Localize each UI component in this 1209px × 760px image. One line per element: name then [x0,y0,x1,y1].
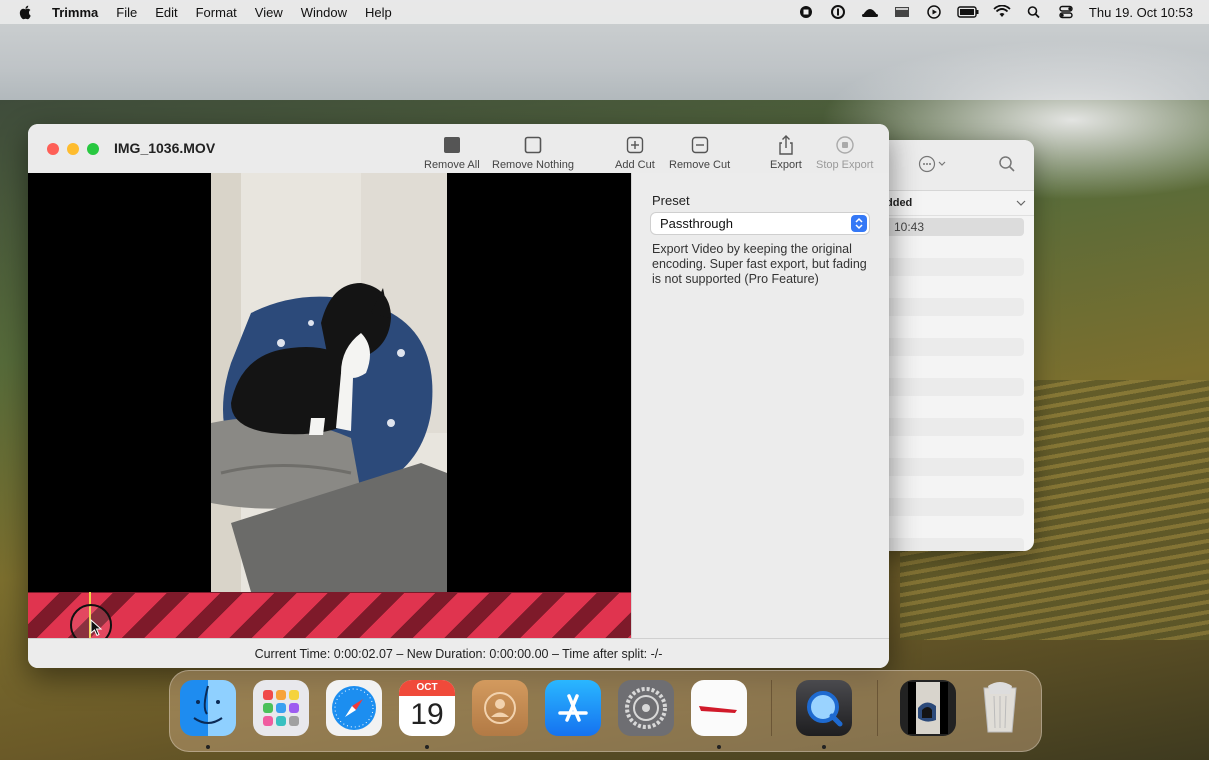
plus-square-icon [626,136,644,154]
menu-bar: Trimma File Edit Format View Window Help… [0,0,1209,24]
wifi-icon[interactable] [993,5,1011,19]
list-item[interactable] [872,238,1024,256]
running-indicator [822,745,826,749]
stop-export-label: Stop Export [816,159,874,171]
filled-square-icon [443,137,460,153]
contacts-icon[interactable] [472,680,528,736]
menu-edit[interactable]: Edit [155,5,177,20]
menu-file[interactable]: File [116,5,137,20]
list-item[interactable] [872,518,1024,536]
quicktime-icon[interactable] [796,680,852,736]
list-item[interactable] [872,318,1024,336]
app-store-icon[interactable] [545,680,601,736]
preset-select-value: Passthrough [660,216,733,231]
spotlight-search-icon[interactable] [1025,5,1043,19]
column-header[interactable]: dded [872,191,1034,216]
display-menu-icon[interactable] [893,5,911,19]
remove-cut-label: Remove Cut [669,159,731,171]
list-item[interactable] [872,498,1024,516]
control-center-icon[interactable] [1057,5,1075,19]
remove-all-label: Remove All [424,159,480,171]
share-icon [779,135,793,155]
add-cut-label: Add Cut [615,159,655,171]
remove-nothing-button[interactable]: Remove Nothing [492,134,574,171]
more-options-icon[interactable] [918,155,948,173]
background-window[interactable]: dded 10:43 [872,140,1034,551]
dock-separator [877,680,878,736]
cat-video-frame-image [211,173,447,592]
list-item[interactable] [872,418,1024,436]
trimma-window[interactable]: IMG_1036.MOV Remove All Remove Nothing A… [28,124,889,668]
list-item[interactable] [872,338,1024,356]
running-indicator [717,745,721,749]
export-button[interactable]: Export [770,134,802,171]
list-item[interactable] [872,458,1024,476]
stop-circle-icon [836,136,854,154]
minus-square-icon [691,136,708,154]
timeline-track[interactable] [28,592,631,639]
remove-all-button[interactable]: Remove All [424,134,480,171]
menu-window[interactable]: Window [301,5,347,20]
menu-clock[interactable]: Thu 19. Oct 10:53 [1089,5,1193,20]
minimize-button[interactable] [67,143,79,155]
battery-icon[interactable] [957,5,979,19]
remove-cut-button[interactable]: Remove Cut [669,134,730,171]
list-item[interactable] [872,298,1024,316]
onepassword-icon[interactable] [829,5,847,19]
list-item[interactable] [872,478,1024,496]
running-indicator [206,745,210,749]
trash-icon[interactable] [972,680,1028,736]
video-frame [211,173,447,592]
incognito-icon[interactable] [861,5,879,19]
apple-icon[interactable] [18,4,34,20]
list-item[interactable] [872,358,1024,376]
search-icon[interactable] [998,155,1016,173]
list-item-time: 10:43 [894,220,925,234]
window-title: IMG_1036.MOV [114,140,216,156]
close-button[interactable] [47,143,59,155]
menu-help[interactable]: Help [365,5,392,20]
list-item[interactable] [872,278,1024,296]
add-cut-button[interactable]: Add Cut [615,134,655,171]
list-item[interactable] [872,538,1024,551]
preset-label: Preset [652,193,690,208]
system-settings-icon[interactable] [618,680,674,736]
stop-export-button[interactable]: Stop Export [816,134,873,171]
preset-select[interactable]: Passthrough [651,213,869,234]
calendar-month: OCT [399,680,455,696]
select-arrows-icon [851,215,867,232]
finder-icon[interactable] [180,680,236,736]
list-item[interactable] [872,258,1024,276]
list-item[interactable]: 10:43 [872,218,1024,236]
video-file-thumbnail[interactable] [900,680,956,736]
menu-format[interactable]: Format [196,5,237,20]
dock-separator [771,680,772,736]
title-bar: IMG_1036.MOV Remove All Remove Nothing A… [28,124,889,174]
safari-icon[interactable] [326,680,382,736]
preset-panel: Preset Passthrough Export Video by keepi… [631,173,889,638]
record-status-icon[interactable] [797,5,815,19]
menu-view[interactable]: View [255,5,283,20]
list-item[interactable] [872,378,1024,396]
chevron-down-icon[interactable] [1016,199,1026,207]
launchpad-icon[interactable] [253,680,309,736]
calendar-day: 19 [410,698,444,731]
export-label: Export [770,159,802,171]
zoom-button[interactable] [87,143,99,155]
preset-description: Export Video by keeping the original enc… [652,242,867,286]
trimma-app-icon[interactable] [691,680,747,736]
mouse-cursor-icon [90,619,103,637]
empty-square-icon [524,136,542,154]
menu-app-name[interactable]: Trimma [52,5,98,20]
video-preview[interactable] [28,173,631,592]
status-bar: Current Time: 0:00:02.07 – New Duration:… [28,638,889,668]
remove-nothing-label: Remove Nothing [492,159,574,171]
running-indicator [425,745,429,749]
column-header-label: dded [886,197,913,209]
background-window-toolbar [872,140,1034,191]
play-icon[interactable] [925,5,943,19]
calendar-icon[interactable]: OCT 19 [399,680,455,736]
list-item[interactable] [872,398,1024,416]
list-item[interactable] [872,438,1024,456]
